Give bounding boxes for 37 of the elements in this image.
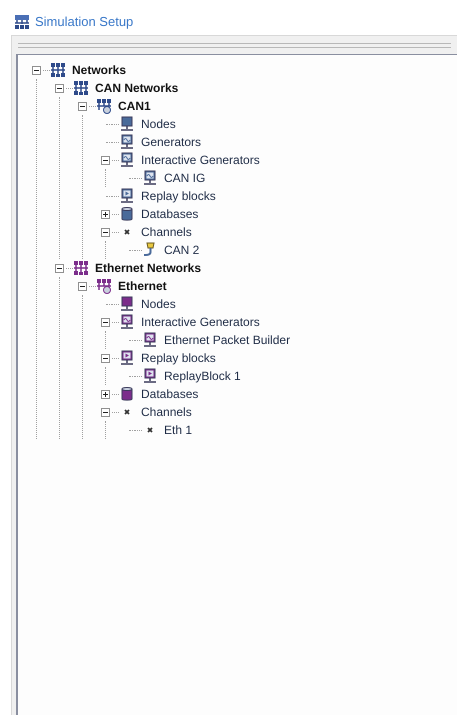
tree-item-label[interactable]: Channels: [141, 403, 192, 421]
tree-item-label[interactable]: CAN 2: [164, 241, 200, 259]
tree-item-label[interactable]: Nodes: [141, 115, 176, 133]
tree-item-label[interactable]: Ethernet Networks: [95, 259, 202, 277]
collapse-toggle[interactable]: [101, 354, 110, 362]
collapse-toggle[interactable]: [101, 228, 110, 236]
tree-item-label[interactable]: Interactive Generators: [141, 151, 260, 169]
plus-icon: [102, 390, 109, 398]
tree-item-label[interactable]: CAN IG: [164, 169, 206, 187]
tree-item-label[interactable]: Nodes: [141, 295, 176, 313]
page-title: Simulation Setup: [35, 13, 134, 32]
tree-item-label[interactable]: CAN1: [118, 97, 151, 115]
tree-item-label[interactable]: CAN Networks: [95, 79, 178, 97]
tree-item-label[interactable]: Ethernet: [118, 277, 167, 295]
collapse-toggle[interactable]: [78, 282, 87, 290]
tree-item-label[interactable]: Networks: [72, 61, 126, 79]
tree-item-label[interactable]: Generators: [141, 133, 202, 151]
network-icon: [13, 14, 31, 30]
tree-item-label[interactable]: Databases: [141, 205, 198, 223]
expand-toggle[interactable]: [101, 210, 110, 218]
tree-item-label[interactable]: Replay blocks: [141, 349, 216, 367]
tree-item-label[interactable]: Ethernet Packet Builder: [164, 331, 290, 349]
collapse-toggle[interactable]: [55, 264, 64, 272]
tree-item-label[interactable]: Interactive Generators: [141, 313, 260, 331]
collapse-toggle[interactable]: [101, 156, 110, 164]
collapse-toggle[interactable]: [101, 318, 110, 326]
plus-icon: [102, 210, 109, 218]
collapse-toggle[interactable]: [55, 84, 64, 92]
expand-toggle[interactable]: [101, 390, 110, 398]
tree-item-label[interactable]: ReplayBlock 1: [164, 367, 241, 385]
collapse-toggle[interactable]: [32, 66, 41, 74]
tree-item-label[interactable]: Channels: [141, 223, 192, 241]
tree-item-label[interactable]: Replay blocks: [141, 187, 216, 205]
tree-item-label[interactable]: Databases: [141, 385, 198, 403]
tree-item-label[interactable]: Eth 1: [164, 421, 192, 439]
collapse-toggle[interactable]: [78, 102, 87, 110]
collapse-toggle[interactable]: [101, 408, 110, 416]
